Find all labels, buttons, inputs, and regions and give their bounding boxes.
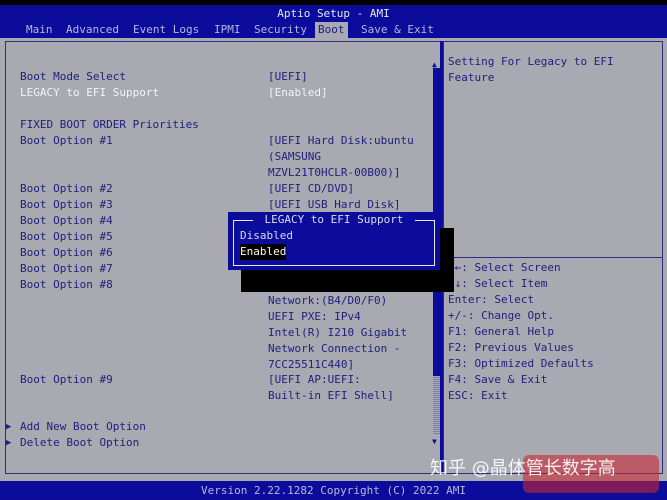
section-heading: FIXED BOOT ORDER Priorities — [20, 118, 199, 131]
submenu-arrow-icon: ▶ — [6, 438, 12, 448]
help-text: Setting For Legacy to EFI — [448, 55, 614, 68]
boot-option-8-value[interactable]: Network:(B4/D0/F0) — [268, 293, 387, 309]
boot-option-2-value[interactable]: [UEFI CD/DVD] — [268, 181, 354, 197]
popup-title-text: LEGACY to EFI Support — [260, 213, 408, 226]
app-title: Aptio Setup - AMI — [277, 7, 390, 20]
tab-ipmi[interactable]: IPMI — [211, 22, 244, 38]
tab-event-logs[interactable]: Event Logs — [130, 22, 202, 38]
boot-option-5[interactable]: Boot Option #5 — [20, 229, 113, 245]
boot-option-4[interactable]: Boot Option #4 — [20, 213, 113, 229]
boot-option-3-value[interactable]: [UEFI USB Hard Disk] — [268, 197, 400, 213]
boot-option-9[interactable]: Boot Option #9 — [20, 372, 113, 388]
boot-option-6[interactable]: Boot Option #6 — [20, 245, 113, 261]
popup-option-disabled[interactable]: Disabled — [240, 228, 293, 244]
boot-option-8[interactable]: Boot Option #8 — [20, 277, 113, 293]
boot-mode-select-value[interactable]: [UEFI] — [268, 69, 308, 85]
boot-option-1-value[interactable]: (SAMSUNG — [268, 149, 321, 165]
boot-option-1-value[interactable]: MZVL21T0HCLR-00B00)] — [268, 165, 400, 181]
scroll-down-icon[interactable]: ▼ — [432, 437, 437, 446]
popup-option-enabled[interactable]: Enabled — [240, 244, 287, 260]
boot-option-7[interactable]: Boot Option #7 — [20, 261, 113, 277]
boot-option-8-value[interactable]: Intel(R) I210 Gigabit — [268, 325, 407, 341]
key-hint: F3: Optimized Defaults — [448, 357, 594, 370]
key-hint: +/-: Change Opt. — [448, 309, 554, 322]
tab-boot[interactable]: Boot — [315, 22, 348, 38]
popup-title: LEGACY to EFI Support — [228, 212, 440, 228]
boot-option-8-value[interactable]: UEFI PXE: IPv4 — [268, 309, 361, 325]
boot-mode-select-label[interactable]: Boot Mode Select — [20, 69, 126, 85]
boot-option-1[interactable]: Boot Option #1 — [20, 133, 113, 149]
tab-main[interactable]: Main — [23, 22, 56, 38]
delete-boot-option[interactable]: Delete Boot Option — [20, 435, 139, 451]
key-hint: F1: General Help — [448, 325, 554, 338]
boot-option-1-value[interactable]: [UEFI Hard Disk:ubuntu — [268, 133, 414, 149]
key-hint: ↑↓: Select Item — [448, 277, 548, 290]
legacy-efi-value[interactable]: [Enabled] — [268, 85, 328, 101]
boot-option-2[interactable]: Boot Option #2 — [20, 181, 113, 197]
key-hint: F4: Save & Exit — [448, 373, 548, 386]
legacy-efi-popup: LEGACY to EFI Support Disabled Enabled — [228, 212, 440, 270]
help-panel — [443, 41, 663, 474]
key-hint: F2: Previous Values — [448, 341, 574, 354]
boot-option-8-value[interactable]: Network Connection - — [268, 341, 400, 357]
scrollbar-track[interactable] — [433, 376, 440, 434]
add-new-boot-option[interactable]: Add New Boot Option — [20, 419, 146, 435]
tab-security[interactable]: Security — [251, 22, 310, 38]
legacy-efi-label[interactable]: LEGACY to EFI Support — [20, 85, 159, 101]
help-divider — [444, 257, 662, 258]
boot-option-3[interactable]: Boot Option #3 — [20, 197, 113, 213]
tab-save-exit[interactable]: Save & Exit — [358, 22, 437, 38]
tab-advanced[interactable]: Advanced — [63, 22, 122, 38]
help-text: Feature — [448, 71, 495, 84]
key-hint: →←: Select Screen — [448, 261, 561, 274]
header: Aptio Setup - AMI Main Advanced Event Lo… — [0, 5, 667, 38]
watermark: 知乎 @晶体管长数字高 — [430, 458, 616, 479]
key-hint: Enter: Select — [448, 293, 535, 306]
boot-option-9-value[interactable]: Built-in EFI Shell] — [268, 388, 394, 404]
boot-option-9-value[interactable]: [UEFI AP:UEFI: — [268, 372, 361, 388]
submenu-arrow-icon: ▶ — [6, 422, 12, 432]
boot-option-8-value[interactable]: 7CC25511C440] — [268, 357, 354, 373]
key-hint: ESC: Exit — [448, 389, 508, 402]
